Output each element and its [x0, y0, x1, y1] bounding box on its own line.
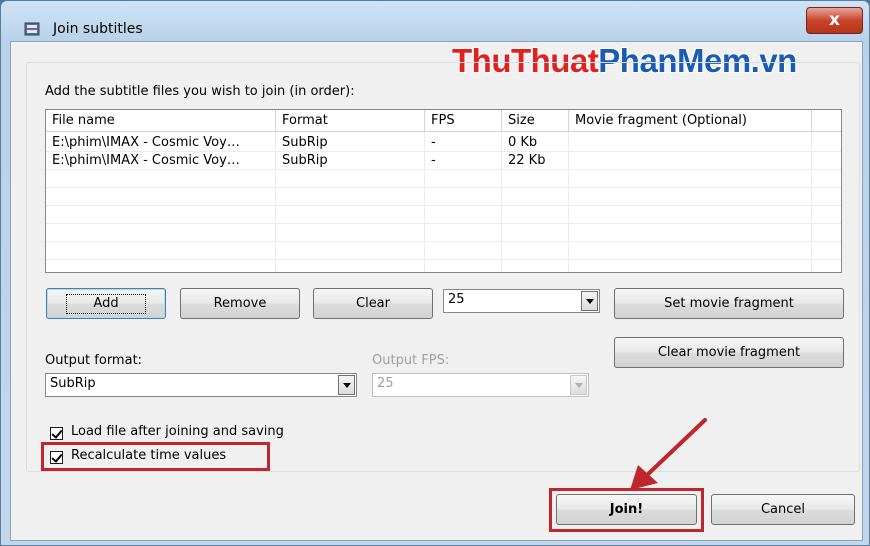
cell-format: SubRip [282, 135, 328, 150]
column-header-empty [812, 110, 841, 132]
output-fps-label: Output FPS: [372, 353, 450, 368]
cell-format: SubRip [282, 153, 328, 168]
window-title: Join subtitles [53, 21, 143, 37]
column-header-size[interactable]: Size [502, 110, 569, 132]
cell-fps: - [431, 153, 436, 168]
output-format-combobox[interactable]: SubRip [45, 373, 357, 397]
grid-line [46, 241, 841, 242]
add-button[interactable]: Add [46, 288, 166, 319]
output-fps-value: 25 [377, 376, 394, 391]
chevron-down-icon [570, 375, 587, 395]
output-fps-combobox: 25 [372, 373, 589, 397]
grid-line [46, 259, 841, 260]
annotation-highlight-recalculate [41, 442, 270, 471]
column-header-file-name[interactable]: File name [46, 110, 276, 132]
grid-line [46, 205, 841, 206]
cancel-button[interactable]: Cancel [711, 494, 855, 525]
column-header-format[interactable]: Format [276, 110, 425, 132]
cell-movie-fragment [569, 134, 811, 152]
table-row[interactable]: E:\phim\IMAX - Cosmic Voy… SubRip - 0 Kb [46, 134, 841, 152]
load-file-checkbox[interactable] [50, 427, 63, 440]
cancel-button-label: Cancel [760, 502, 806, 517]
grid-line [46, 223, 841, 224]
chevron-down-icon[interactable] [338, 375, 355, 395]
load-file-label[interactable]: Load file after joining and saving [71, 424, 284, 439]
cell-size: 0 Kb [508, 135, 538, 150]
cell-size: 22 Kb [508, 153, 546, 168]
set-movie-fragment-label: Set movie fragment [664, 296, 794, 311]
set-movie-fragment-button[interactable]: Set movie fragment [614, 288, 844, 319]
clear-movie-fragment-button[interactable]: Clear movie fragment [614, 337, 844, 368]
remove-button-label: Remove [213, 296, 267, 311]
instructions-label: Add the subtitle files you wish to join … [45, 84, 355, 99]
cell-fps: - [431, 135, 436, 150]
cell-movie-fragment [569, 152, 811, 170]
clear-button[interactable]: Clear [313, 288, 433, 319]
clear-button-label: Clear [356, 296, 390, 311]
grid-line [46, 187, 841, 188]
column-header-movie-fragment[interactable]: Movie fragment (Optional) [569, 110, 812, 132]
close-icon: x [829, 10, 840, 30]
fps-combobox-value: 25 [448, 292, 465, 307]
fps-combobox[interactable]: 25 [443, 289, 600, 313]
column-header-fps[interactable]: FPS [425, 110, 502, 132]
add-button-label: Add [66, 294, 146, 314]
annotation-arrow [630, 418, 707, 490]
output-format-label: Output format: [45, 353, 143, 368]
chevron-down-icon[interactable] [581, 291, 598, 311]
clear-movie-fragment-label: Clear movie fragment [657, 345, 801, 360]
table-row[interactable]: E:\phim\IMAX - Cosmic Voy… SubRip - 22 K… [46, 152, 841, 170]
list-header: File name Format FPS Size Movie fragment… [46, 110, 841, 132]
cell-file-name: E:\phim\IMAX - Cosmic Voy… [52, 135, 240, 150]
subtitle-files-list[interactable]: File name Format FPS Size Movie fragment… [45, 109, 842, 273]
output-format-value: SubRip [50, 376, 96, 391]
close-button[interactable]: x [806, 7, 863, 34]
app-icon [24, 22, 40, 36]
title-bar[interactable]: Join subtitles x [1, 1, 869, 41]
cell-file-name: E:\phim\IMAX - Cosmic Voy… [52, 153, 240, 168]
remove-button[interactable]: Remove [180, 288, 300, 319]
